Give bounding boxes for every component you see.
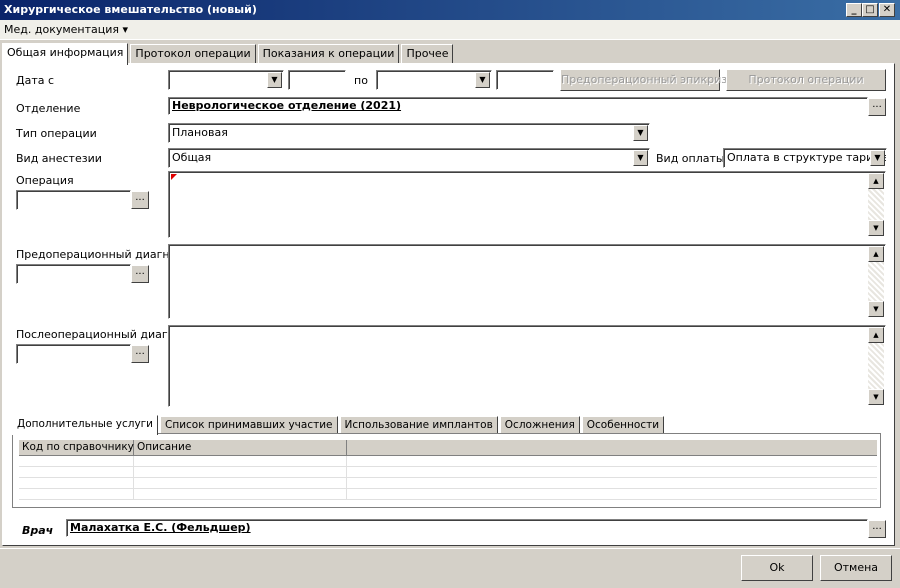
subtab-participants[interactable]: Список принимавших участие <box>160 416 338 434</box>
operation-protocol-button[interactable]: Протокол операции <box>726 69 886 91</box>
date-from-dropdown-icon[interactable]: ▼ <box>267 72 282 88</box>
postop-diag-scrollbar[interactable]: ▲ ▼ <box>868 327 884 405</box>
time-to-field[interactable] <box>496 70 554 90</box>
maximize-button[interactable]: □ <box>862 3 878 17</box>
date-to-field[interactable]: ▼ <box>376 70 492 90</box>
minimize-button[interactable]: _ <box>846 3 862 17</box>
table-row[interactable] <box>19 489 877 500</box>
window-title: Хирургическое вмешательство (новый) <box>4 3 257 16</box>
to-label: по <box>354 74 368 87</box>
preop-diag-code-field[interactable] <box>16 264 131 284</box>
subtab-implants[interactable]: Использование имплантов <box>339 416 498 434</box>
close-button[interactable]: ✕ <box>879 3 895 17</box>
department-label: Отделение <box>16 102 81 115</box>
op-type-label: Тип операции <box>16 127 97 140</box>
date-to-dropdown-icon[interactable]: ▼ <box>475 72 490 88</box>
op-type-dropdown-icon[interactable]: ▼ <box>633 125 648 141</box>
operation-code-field[interactable] <box>16 190 131 210</box>
department-field[interactable]: Неврологическое отделение (2021) <box>168 97 868 115</box>
grid-col-extra[interactable] <box>347 440 877 455</box>
preop-diag-textarea[interactable]: ▲ ▼ <box>168 244 886 319</box>
window-title-bar[interactable]: Хирургическое вмешательство (новый) <box>0 0 900 20</box>
payment-dropdown-icon[interactable]: ▼ <box>870 150 885 166</box>
scroll-up-icon[interactable]: ▲ <box>868 246 884 262</box>
cancel-button[interactable]: Отмена <box>820 555 892 581</box>
scroll-up-icon[interactable]: ▲ <box>868 173 884 189</box>
table-row[interactable] <box>19 467 877 478</box>
operation-textarea[interactable]: ▲ ▼ <box>168 171 886 238</box>
operation-select-button[interactable]: ... <box>131 191 149 209</box>
postop-diag-code-field[interactable] <box>16 344 131 364</box>
tab-other[interactable]: Прочее <box>401 44 454 64</box>
scroll-up-icon[interactable]: ▲ <box>868 327 884 343</box>
required-corner-icon <box>171 174 177 180</box>
scroll-down-icon[interactable]: ▼ <box>868 301 884 317</box>
subtab-complications[interactable]: Осложнения <box>499 416 580 434</box>
preop-diag-label: Предоперационный диагноз <box>16 248 183 261</box>
tab-general-info[interactable]: Общая информация <box>2 43 129 65</box>
grid-header: Код по справочнику Описание <box>19 440 877 456</box>
tab-operation-protocol[interactable]: Протокол операции <box>130 44 256 64</box>
table-row[interactable] <box>19 456 877 467</box>
main-tabs: Общая информация Протокол операции Показ… <box>2 42 455 65</box>
services-grid[interactable]: Код по справочнику Описание <box>12 433 881 508</box>
doctor-field[interactable]: Малахатка Е.С. (Фельдшер) <box>66 519 868 537</box>
date-from-field[interactable]: ▼ <box>168 70 284 90</box>
preop-diag-scrollbar[interactable]: ▲ ▼ <box>868 246 884 317</box>
anesthesia-dropdown-icon[interactable]: ▼ <box>633 150 648 166</box>
tab-indications[interactable]: Показания к операции <box>257 44 400 64</box>
ok-button[interactable]: Ok <box>741 555 813 581</box>
operation-scrollbar[interactable]: ▲ ▼ <box>868 173 884 236</box>
anesthesia-select[interactable]: Общая ▼ <box>168 148 650 168</box>
scroll-down-icon[interactable]: ▼ <box>868 389 884 405</box>
postop-diag-textarea[interactable]: ▲ ▼ <box>168 325 886 407</box>
time-from-field[interactable] <box>288 70 346 90</box>
subtab-features[interactable]: Особенности <box>581 416 665 434</box>
doctor-label: Врач <box>22 524 54 537</box>
payment-select[interactable]: Оплата в структуре тарифа ▼ <box>723 148 887 168</box>
postop-diag-select-button[interactable]: ... <box>131 345 149 363</box>
op-type-select[interactable]: Плановая ▼ <box>168 123 650 143</box>
payment-label: Вид оплаты <box>656 152 725 165</box>
anesthesia-label: Вид анестезии <box>16 152 102 165</box>
menu-bar: Мед. документация ▾ <box>0 20 900 40</box>
table-row[interactable] <box>19 478 877 489</box>
grid-col-description[interactable]: Описание <box>134 440 347 455</box>
scroll-down-icon[interactable]: ▼ <box>868 220 884 236</box>
sub-tabs: Дополнительные услуги Список принимавших… <box>12 414 666 435</box>
menu-med-docs[interactable]: Мед. документация ▾ <box>4 23 128 36</box>
department-select-button[interactable]: ... <box>868 98 886 116</box>
date-from-label: Дата с <box>16 74 55 87</box>
operation-label: Операция <box>16 174 74 187</box>
preop-epicrisis-button[interactable]: Предоперационный эпикриз <box>560 69 727 91</box>
grid-body <box>19 456 877 500</box>
subtab-additional-services[interactable]: Дополнительные услуги <box>12 415 158 435</box>
doctor-select-button[interactable]: ... <box>868 520 886 538</box>
preop-diag-select-button[interactable]: ... <box>131 265 149 283</box>
grid-col-code[interactable]: Код по справочнику <box>19 440 134 455</box>
postop-diag-label: Послеоперационный диагноз <box>16 328 188 341</box>
